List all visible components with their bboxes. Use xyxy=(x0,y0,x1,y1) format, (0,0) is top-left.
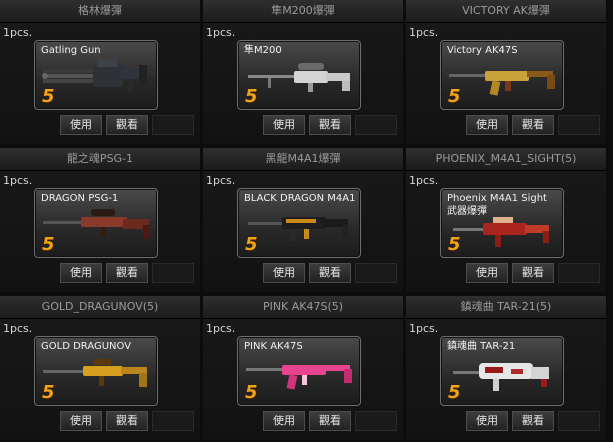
item-name: 鎮魂曲 TAR-21 xyxy=(447,341,516,352)
view-button[interactable]: 觀看 xyxy=(309,115,351,135)
item-card[interactable]: 鎮魂曲 TAR-21 5 xyxy=(440,336,564,406)
item-name: Victory AK47S xyxy=(447,45,518,56)
empty-slot xyxy=(558,115,600,135)
item-quantity: 1pcs. xyxy=(3,322,33,335)
empty-slot xyxy=(152,263,194,283)
use-button[interactable]: 使用 xyxy=(60,411,102,431)
item-name: Gatling Gun xyxy=(41,45,101,56)
item-title: PHOENIX_M4A1_SIGHT(5) xyxy=(406,148,606,171)
item-level: 5 xyxy=(42,382,55,403)
item-name: 隼M200 xyxy=(244,45,282,56)
item-grid: 格林爆彈 1pcs. Gatling Gun 5 使用 觀看 隼M200爆彈 1… xyxy=(0,0,613,442)
item-card[interactable]: GOLD DRAGUNOV 5 xyxy=(34,336,158,406)
item-cell: 格林爆彈 1pcs. Gatling Gun 5 使用 觀看 xyxy=(0,0,200,144)
item-cell: PHOENIX_M4A1_SIGHT(5) 1pcs. Phoenix M4A1… xyxy=(406,148,606,292)
item-card[interactable]: Victory AK47S 5 xyxy=(440,40,564,110)
view-button[interactable]: 觀看 xyxy=(512,263,554,283)
use-button[interactable]: 使用 xyxy=(60,115,102,135)
view-button[interactable]: 觀看 xyxy=(106,263,148,283)
item-title: 鎮魂曲 TAR-21(5) xyxy=(406,296,606,319)
empty-slot xyxy=(558,263,600,283)
item-cell: PINK AK47S(5) 1pcs. PINK AK47S 5 使用 觀看 xyxy=(203,296,403,440)
item-name: DRAGON PSG-1 xyxy=(41,193,119,204)
item-card[interactable]: Gatling Gun 5 xyxy=(34,40,158,110)
item-title: GOLD_DRAGUNOV(5) xyxy=(0,296,200,319)
item-quantity: 1pcs. xyxy=(409,322,439,335)
item-cell: 黑龍M4A1爆彈 1pcs. BLACK DRAGON M4A1 5 使用 觀看 xyxy=(203,148,403,292)
view-button[interactable]: 觀看 xyxy=(106,411,148,431)
view-button[interactable]: 觀看 xyxy=(512,115,554,135)
item-title: VICTORY AK爆彈 xyxy=(406,0,606,23)
item-quantity: 1pcs. xyxy=(206,322,236,335)
item-level: 5 xyxy=(42,234,55,255)
item-name: BLACK DRAGON M4A1 xyxy=(244,193,356,204)
use-button[interactable]: 使用 xyxy=(466,115,508,135)
item-level: 5 xyxy=(448,86,461,107)
item-level: 5 xyxy=(448,234,461,255)
empty-slot xyxy=(355,411,397,431)
item-name: PINK AK47S xyxy=(244,341,303,352)
use-button[interactable]: 使用 xyxy=(263,115,305,135)
item-quantity: 1pcs. xyxy=(409,26,439,39)
empty-slot xyxy=(355,115,397,135)
item-level: 5 xyxy=(448,382,461,403)
use-button[interactable]: 使用 xyxy=(60,263,102,283)
item-title: 格林爆彈 xyxy=(0,0,200,23)
item-quantity: 1pcs. xyxy=(3,26,33,39)
item-cell: 鎮魂曲 TAR-21(5) 1pcs. 鎮魂曲 TAR-21 5 使用 觀看 xyxy=(406,296,606,440)
item-level: 5 xyxy=(245,234,258,255)
item-card[interactable]: 隼M200 5 xyxy=(237,40,361,110)
use-button[interactable]: 使用 xyxy=(466,411,508,431)
item-card[interactable]: Phoenix M4A1 Sight 武器爆彈 5 xyxy=(440,188,564,258)
empty-slot xyxy=(355,263,397,283)
item-card[interactable]: PINK AK47S 5 xyxy=(237,336,361,406)
item-level: 5 xyxy=(245,382,258,403)
empty-slot xyxy=(152,411,194,431)
item-cell: 龍之魂PSG-1 1pcs. DRAGON PSG-1 5 使用 觀看 xyxy=(0,148,200,292)
use-button[interactable]: 使用 xyxy=(263,263,305,283)
item-cell: 隼M200爆彈 1pcs. 隼M200 5 使用 觀看 xyxy=(203,0,403,144)
view-button[interactable]: 觀看 xyxy=(512,411,554,431)
item-card[interactable]: DRAGON PSG-1 5 xyxy=(34,188,158,258)
item-quantity: 1pcs. xyxy=(3,174,33,187)
item-title: 隼M200爆彈 xyxy=(203,0,403,23)
item-level: 5 xyxy=(245,86,258,107)
item-cell: GOLD_DRAGUNOV(5) 1pcs. GOLD DRAGUNOV 5 使… xyxy=(0,296,200,440)
item-title: 龍之魂PSG-1 xyxy=(0,148,200,171)
view-button[interactable]: 觀看 xyxy=(309,263,351,283)
view-button[interactable]: 觀看 xyxy=(309,411,351,431)
use-button[interactable]: 使用 xyxy=(466,263,508,283)
item-quantity: 1pcs. xyxy=(206,174,236,187)
item-level: 5 xyxy=(42,86,55,107)
item-title: PINK AK47S(5) xyxy=(203,296,403,319)
item-quantity: 1pcs. xyxy=(409,174,439,187)
item-quantity: 1pcs. xyxy=(206,26,236,39)
item-name: GOLD DRAGUNOV xyxy=(41,341,132,352)
item-name: Phoenix M4A1 Sight 武器爆彈 xyxy=(447,193,547,217)
item-card[interactable]: BLACK DRAGON M4A1 5 xyxy=(237,188,361,258)
item-title: 黑龍M4A1爆彈 xyxy=(203,148,403,171)
empty-slot xyxy=(558,411,600,431)
item-cell: VICTORY AK爆彈 1pcs. Victory AK47S 5 使用 觀看 xyxy=(406,0,606,144)
empty-slot xyxy=(152,115,194,135)
use-button[interactable]: 使用 xyxy=(263,411,305,431)
view-button[interactable]: 觀看 xyxy=(106,115,148,135)
